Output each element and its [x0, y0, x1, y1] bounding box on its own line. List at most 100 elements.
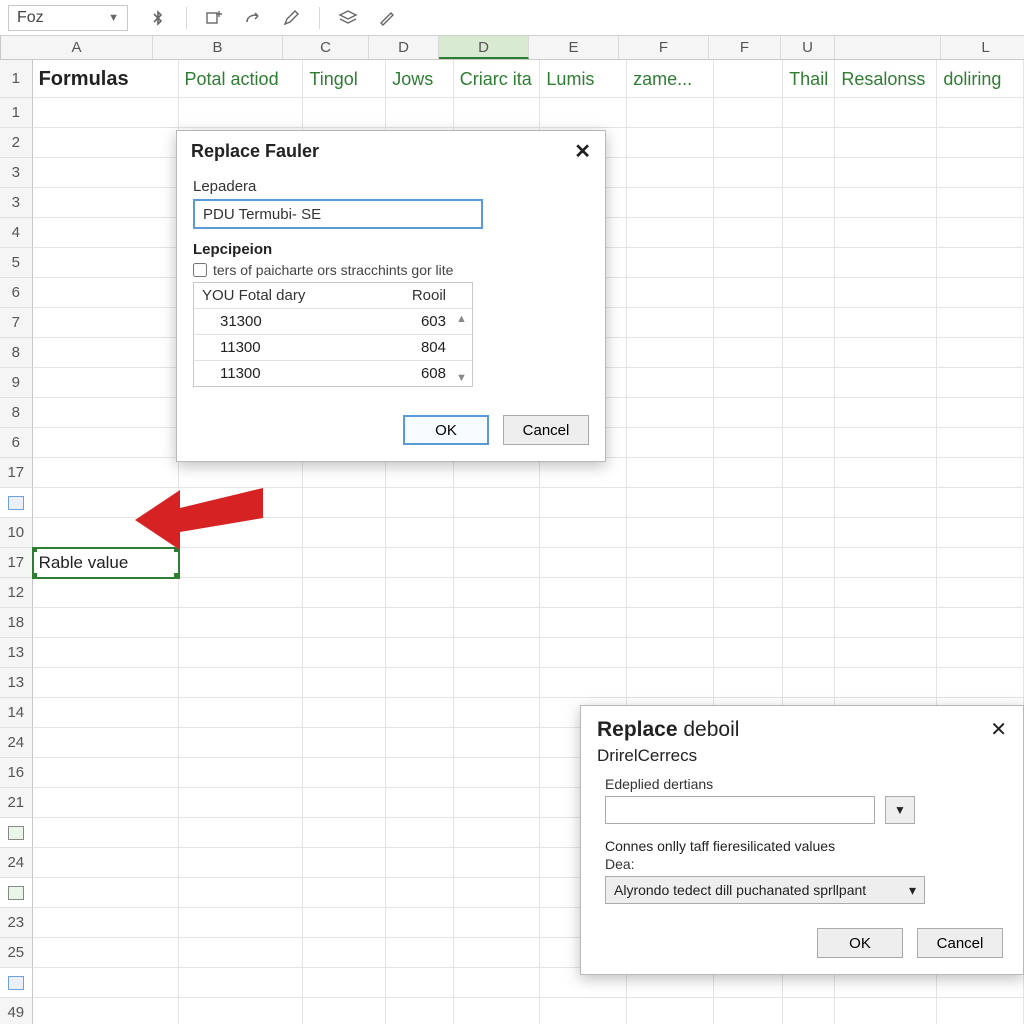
col-header-U[interactable]: U [781, 36, 835, 59]
cell[interactable] [33, 758, 179, 788]
cell[interactable] [303, 638, 386, 668]
cell[interactable] [783, 998, 835, 1024]
cell[interactable] [835, 548, 937, 578]
cell[interactable] [714, 518, 783, 548]
cell[interactable] [386, 668, 454, 698]
cell[interactable] [179, 818, 304, 848]
cell[interactable] [454, 488, 541, 518]
cell[interactable] [835, 608, 937, 638]
cell[interactable] [33, 938, 179, 968]
cell[interactable] [835, 308, 937, 338]
cell[interactable] [783, 368, 835, 398]
cell[interactable] [540, 488, 627, 518]
cell[interactable] [303, 698, 386, 728]
cell[interactable] [303, 728, 386, 758]
cell[interactable] [33, 218, 179, 248]
cell[interactable] [303, 458, 386, 488]
cell[interactable] [33, 398, 179, 428]
cell[interactable] [714, 608, 783, 638]
cell[interactable] [179, 98, 304, 128]
row-header[interactable]: 6 [0, 278, 33, 308]
cell[interactable] [179, 728, 304, 758]
cell[interactable] [454, 98, 541, 128]
cell[interactable] [386, 788, 454, 818]
cell[interactable] [454, 548, 541, 578]
selection-handle[interactable] [33, 548, 37, 552]
cell[interactable] [386, 758, 454, 788]
cell[interactable] [303, 968, 386, 998]
layers-icon[interactable] [338, 8, 358, 28]
cell[interactable] [835, 98, 937, 128]
row-header[interactable]: 10 [0, 518, 33, 548]
cell[interactable] [937, 128, 1024, 158]
cell[interactable] [835, 428, 937, 458]
cell[interactable] [937, 398, 1024, 428]
cell[interactable] [835, 458, 937, 488]
cell[interactable] [33, 128, 179, 158]
cell[interactable] [179, 998, 304, 1024]
cell[interactable] [783, 188, 835, 218]
cell[interactable] [386, 908, 454, 938]
cell[interactable] [835, 128, 937, 158]
cell[interactable] [33, 698, 179, 728]
row-header[interactable]: 17 [0, 458, 33, 488]
row-header[interactable]: 2 [0, 128, 33, 158]
cell[interactable] [386, 998, 454, 1024]
cell[interactable] [937, 998, 1024, 1024]
cancel-button[interactable]: Cancel [503, 415, 589, 445]
row-header[interactable]: 3 [0, 188, 33, 218]
cell[interactable] [627, 158, 714, 188]
row-header[interactable]: 7 [0, 308, 33, 338]
cell[interactable] [303, 818, 386, 848]
cell[interactable] [937, 98, 1024, 128]
ok-button[interactable]: OK [817, 928, 903, 958]
cell[interactable] [303, 578, 386, 608]
cell[interactable] [627, 578, 714, 608]
cell[interactable] [835, 638, 937, 668]
cell[interactable] [714, 98, 783, 128]
cell[interactable] [540, 98, 627, 128]
cell[interactable] [937, 488, 1024, 518]
cell[interactable] [386, 578, 454, 608]
cell[interactable] [627, 488, 714, 518]
cell[interactable] [386, 548, 454, 578]
table-row[interactable]: 31300 603 [194, 308, 472, 334]
cell[interactable] [783, 638, 835, 668]
cell[interactable] [386, 968, 454, 998]
cell[interactable] [454, 998, 541, 1024]
cell[interactable] [783, 278, 835, 308]
cell[interactable] [386, 458, 454, 488]
cell[interactable] [33, 98, 179, 128]
cell[interactable] [627, 428, 714, 458]
cell[interactable] [454, 458, 541, 488]
cell[interactable] [627, 458, 714, 488]
cell[interactable] [627, 548, 714, 578]
selection-handle[interactable] [33, 573, 37, 578]
ok-button[interactable]: OK [403, 415, 489, 445]
cell[interactable] [783, 518, 835, 548]
row-header[interactable]: 1 [0, 98, 33, 128]
cell[interactable] [714, 638, 783, 668]
col-header-A[interactable]: A [1, 36, 153, 59]
col-header-Ul[interactable] [835, 36, 941, 59]
cell[interactable] [303, 98, 386, 128]
cell[interactable] [303, 788, 386, 818]
cell[interactable] [783, 398, 835, 428]
cell[interactable] [540, 638, 627, 668]
cell[interactable] [937, 338, 1024, 368]
col-header-L[interactable]: L [941, 36, 1024, 59]
cell[interactable] [627, 218, 714, 248]
cell[interactable] [783, 248, 835, 278]
dea-select[interactable]: Alyrondo tedect dill puchanated sprllpan… [605, 876, 925, 904]
cell[interactable] [627, 998, 714, 1024]
cell[interactable] [783, 428, 835, 458]
cell[interactable] [937, 518, 1024, 548]
cell[interactable] [303, 848, 386, 878]
cell[interactable] [937, 158, 1024, 188]
cell[interactable] [303, 518, 386, 548]
cell[interactable] [33, 278, 179, 308]
row-header[interactable]: 12 [0, 578, 33, 608]
cell[interactable] [627, 368, 714, 398]
cell[interactable] [714, 188, 783, 218]
selected-cell[interactable]: Rable value [33, 548, 179, 578]
